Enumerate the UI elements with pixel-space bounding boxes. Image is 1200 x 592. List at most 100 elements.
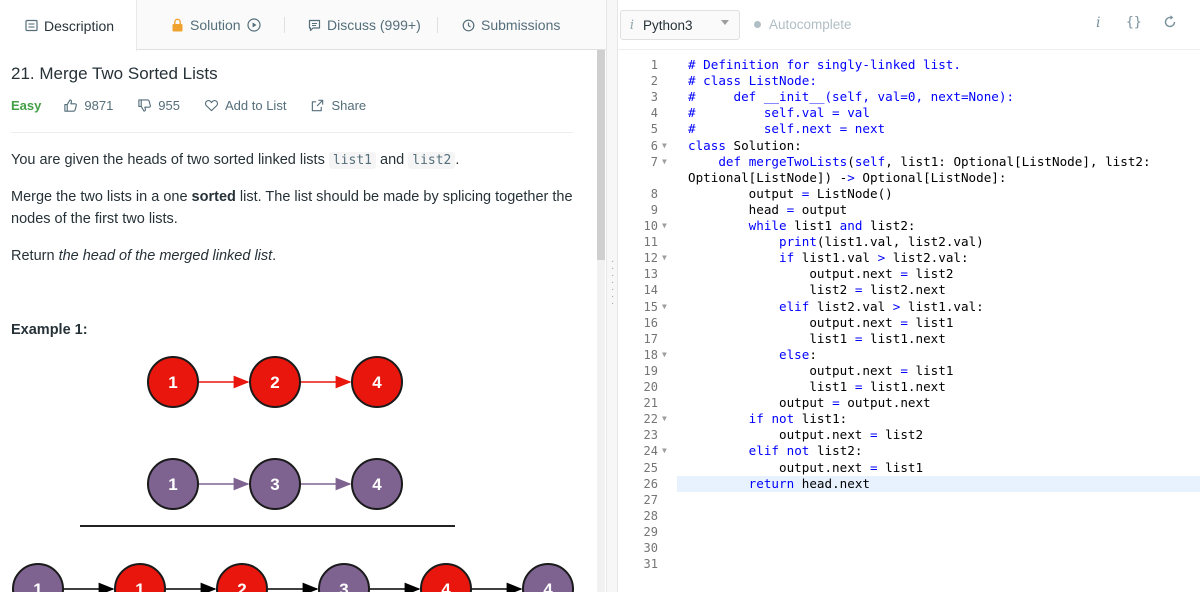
editor-panel: i Python3 Autocomplete i {} 1 2 3 4 5 6 ▼ 7 ▼ 8 9 1… [618,0,1200,592]
problem-paragraph-3: Return the head of the merged linked lis… [11,245,586,267]
example-title: Example 1: [11,322,88,338]
fold-toggle-icon[interactable]: ▼ [662,411,667,427]
code-editor[interactable]: 1 2 3 4 5 6 ▼ 7 ▼ 8 9 10 ▼ 11 12 ▼ 13 14 15 ▼ 16 17 18 ▼ 19 20 21 2… [618,50,1200,592]
status-dot-icon [754,21,761,28]
fold-toggle-icon[interactable]: ▼ [662,154,667,170]
tab-label: Description [44,17,115,34]
inline-code-list2: list2 [408,152,456,169]
language-value: Python3 [643,17,693,33]
code-line[interactable]: output.next = list1 [688,460,923,476]
line-number: 21 [643,396,658,411]
code-line[interactable]: elif list2.val > list1.val: [688,299,984,315]
code-line[interactable]: # class ListNode: [688,73,817,89]
autocomplete-toggle[interactable]: Autocomplete [754,17,852,32]
list2-node-value: 3 [270,475,279,494]
line-number: 1 [650,58,658,72]
scrollbar-thumb[interactable] [597,50,605,260]
code-line[interactable]: output.next = list1 [688,363,953,379]
line-number: 13 [643,267,658,282]
lock-icon [170,18,184,32]
code-line[interactable]: class Solution: [688,138,802,154]
tab-label: Submissions [481,17,561,33]
tab-submissions[interactable]: Submissions [461,0,560,50]
merged-node-value: 1 [33,580,42,592]
line-number-gutter: 1 2 3 4 5 6 ▼ 7 ▼ 8 9 10 ▼ 11 12 ▼ 13 14 15 ▼ 16 17 18 ▼ 19 20 21 2… [618,50,676,592]
code-line[interactable]: return head.next [688,476,870,492]
line-number: 31 [643,557,658,572]
text: . [455,152,460,168]
fold-toggle-icon[interactable]: ▼ [662,138,667,154]
code-line[interactable]: if list1.val > list2.val: [688,250,969,266]
description-panel: Description Solution Discuss (999+) Subm… [0,0,606,592]
code-line[interactable]: print(list1.val, list2.val) [688,234,984,250]
inline-code-list1: list1 [328,152,376,169]
panel-splitter[interactable]: · · · · · · · [606,0,618,592]
language-select[interactable]: i Python3 [620,10,740,40]
line-number: 26 [643,476,658,491]
play-circle-icon [246,18,261,32]
tab-discuss[interactable]: Discuss (999+) [307,0,421,50]
code-line[interactable]: output = output.next [688,395,931,411]
problem-meta: Easy 9871 955 Add to List Share [11,98,390,113]
list1-node-value: 4 [372,373,382,392]
code-line[interactable]: # self.val = val [688,105,870,121]
bold-text: sorted [191,189,236,205]
code-line[interactable]: # def __init__(self, val=0, next=None): [688,89,1014,105]
line-number: 28 [643,508,658,523]
line-number: 18 [643,347,658,362]
code-line[interactable]: if not list1: [688,411,848,427]
code-line[interactable]: # Definition for singly-linked list. [688,57,961,73]
code-line[interactable]: output.next = list1 [688,315,953,331]
chevron-down-icon [721,20,729,25]
info-icon: i [629,17,635,33]
code-line[interactable]: list2 = list2.next [688,282,946,298]
like-count: 9871 [84,98,114,113]
line-number: 19 [643,363,658,378]
code-line[interactable]: elif not list2: [688,443,863,459]
fold-toggle-icon[interactable]: ▼ [662,443,667,459]
info-icon[interactable]: i [1096,15,1100,31]
fold-toggle-icon[interactable]: ▼ [662,250,667,266]
code-line[interactable]: Optional[ListNode]) -> Optional[ListNode… [688,170,1006,186]
fold-toggle-icon[interactable]: ▼ [662,218,667,234]
merged-node-value: 4 [543,580,553,592]
thumbs-up-icon [64,99,78,112]
add-to-list-button[interactable]: Add to List [204,98,286,113]
line-number: 22 [643,412,658,427]
share-button[interactable]: Share [310,98,366,113]
code-line[interactable]: while list1 and list2: [688,218,916,234]
problem-paragraph-2: Merge the two lists in a one sorted list… [11,186,586,230]
code-line[interactable]: output.next = list2 [688,266,953,282]
code-line[interactable]: # self.next = next [688,121,885,137]
merged-node-value: 2 [237,580,246,592]
like-button[interactable]: 9871 [63,98,113,113]
dislike-button[interactable]: 955 [137,98,180,113]
code-line[interactable]: list1 = list1.next [688,379,946,395]
tab-solution[interactable]: Solution [170,0,261,50]
fold-toggle-icon[interactable]: ▼ [662,347,667,363]
text: . [272,248,277,264]
fold-toggle-icon[interactable]: ▼ [662,299,667,315]
tab-description[interactable]: Description [0,0,137,51]
merged-list-nodes: 1 1 2 3 4 4 [12,563,574,592]
problem-title: 21. Merge Two Sorted Lists [11,64,218,83]
description-scrollbar[interactable] [597,50,605,592]
code-line[interactable]: def mergeTwoLists(self, list1: Optional[… [688,154,1150,170]
line-number: 4 [650,106,658,121]
autocomplete-label: Autocomplete [769,17,852,32]
code-line[interactable]: else: [688,347,817,363]
code-line[interactable]: head = output [688,202,848,218]
drag-handle-icon: · · · · · · · [611,256,615,309]
line-number: 5 [650,122,658,137]
linked-list-diagram: 1 2 4 1 3 4 1 1 2 3 4 4 [12,356,574,592]
code-line[interactable]: output.next = list2 [688,427,923,443]
braces-icon[interactable]: {} [1126,15,1142,30]
reset-icon[interactable] [1162,14,1178,33]
clock-icon [461,18,475,32]
line-number: 7 [650,154,658,169]
tab-divider [284,17,285,33]
line-number: 14 [643,283,658,298]
code-line[interactable]: list1 = list1.next [688,331,946,347]
line-number: 27 [643,492,658,507]
code-line[interactable]: output = ListNode() [688,186,893,202]
